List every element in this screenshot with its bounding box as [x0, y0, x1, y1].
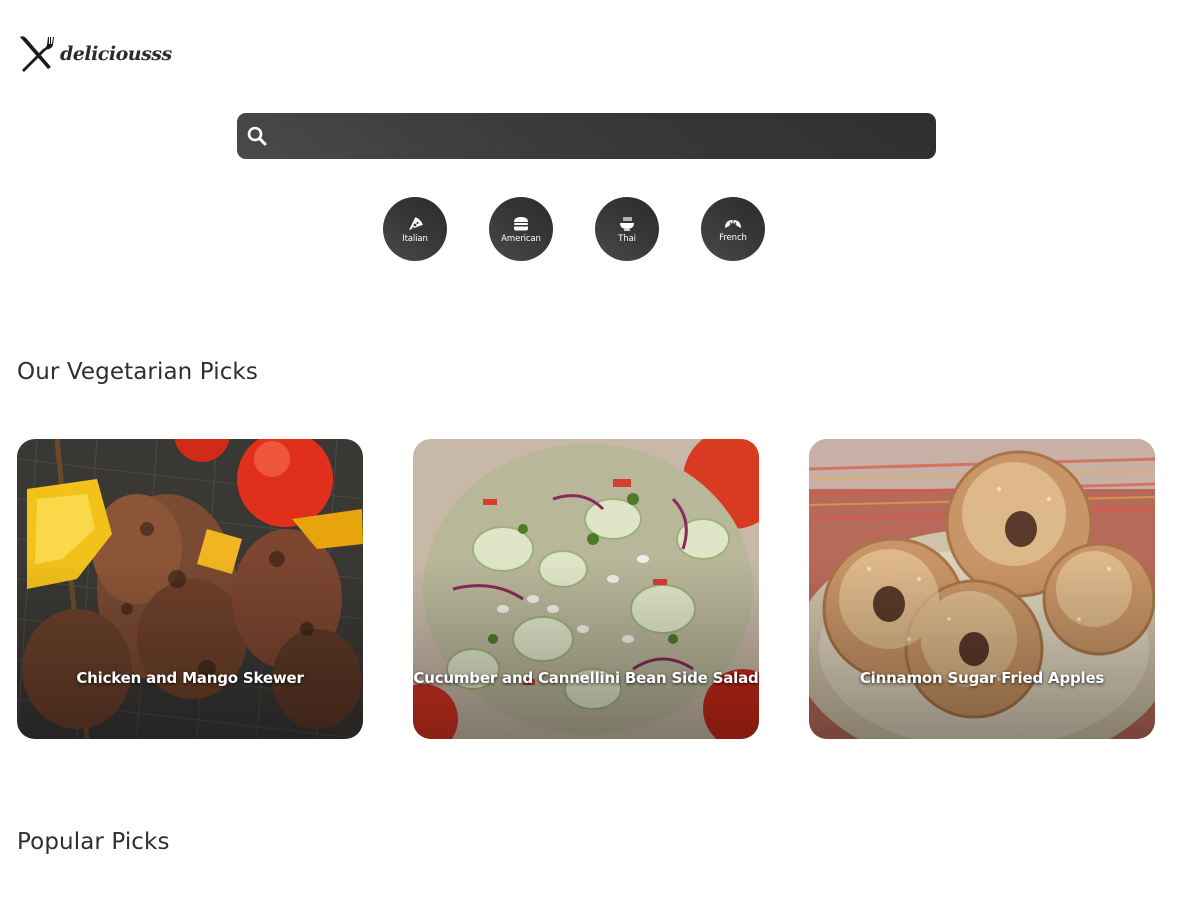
recipe-card[interactable]: Cinnamon Sugar Fried Apples: [809, 439, 1155, 739]
category-label: Italian: [402, 233, 428, 244]
category-italian[interactable]: Italian: [383, 197, 447, 261]
category-label: French: [719, 232, 747, 243]
card-title: Chicken and Mango Skewer: [76, 669, 304, 687]
recipe-card[interactable]: Cucumber and Cannellini Bean Side Salad: [413, 439, 759, 739]
logo-text: deliciousss: [60, 43, 172, 65]
card-title: Cucumber and Cannellini Bean Side Salad: [413, 669, 759, 687]
vegetarian-cards: Chicken and Mango Skewer Cucumber and Ca…: [17, 439, 1155, 739]
category-label: Thai: [618, 233, 636, 244]
hamburger-icon: [513, 215, 529, 231]
section-title-vegetarian: Our Vegetarian Picks: [17, 359, 258, 385]
noodle-bowl-icon: [619, 215, 635, 231]
card-overlay: [17, 439, 363, 739]
search-input[interactable]: [277, 113, 936, 159]
search-bar[interactable]: [237, 113, 936, 159]
recipe-card[interactable]: Chicken and Mango Skewer: [17, 439, 363, 739]
category-label: American: [501, 233, 541, 244]
cuisine-categories: Italian American Thai French: [383, 197, 765, 261]
section-title-popular: Popular Picks: [17, 829, 170, 855]
card-title: Cinnamon Sugar Fried Apples: [859, 669, 1105, 687]
search-icon[interactable]: [237, 126, 277, 146]
category-french[interactable]: French: [701, 197, 765, 261]
pizza-icon: [407, 215, 423, 231]
card-overlay: [413, 439, 759, 739]
logo[interactable]: deliciousss: [18, 34, 172, 74]
card-overlay: [809, 439, 1155, 739]
fork-knife-icon: [18, 34, 56, 74]
category-american[interactable]: American: [489, 197, 553, 261]
croissant-icon: [724, 216, 742, 230]
category-thai[interactable]: Thai: [595, 197, 659, 261]
